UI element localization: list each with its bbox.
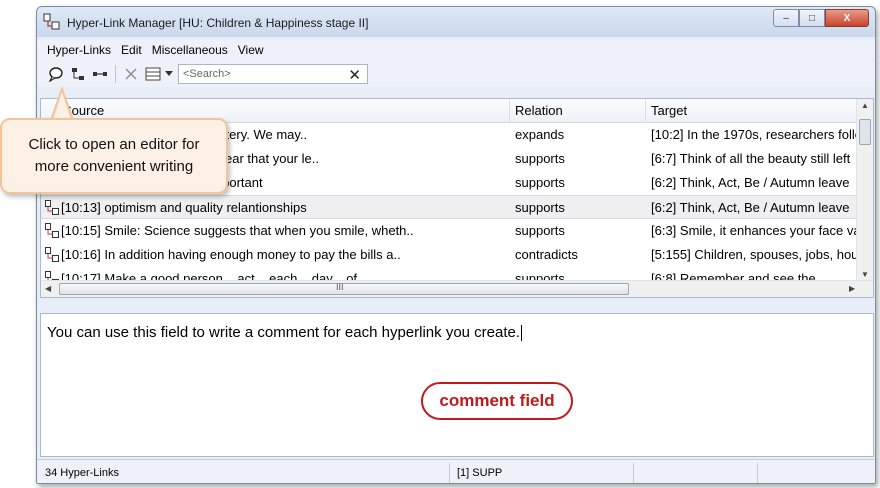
vertical-scroll-thumb[interactable] — [859, 119, 871, 145]
table-row-selected[interactable]: [10:13] optimism and quality relantionsh… — [41, 195, 857, 219]
delete-icon[interactable] — [120, 63, 142, 85]
menu-view[interactable]: View — [238, 43, 264, 57]
target-cell: [5:155] Children, spouses, jobs, hou — [651, 247, 857, 262]
relation-cell: supports — [515, 200, 565, 215]
column-divider[interactable] — [645, 99, 646, 123]
editor-tip-callout: Click to open an editor for more conveni… — [0, 118, 228, 194]
scroll-left-icon[interactable]: ◀ — [45, 284, 51, 293]
hyperlink-icon — [45, 200, 59, 215]
hyperlink-count: 34 Hyper-Links — [45, 467, 119, 479]
menu-miscellaneous[interactable]: Miscellaneous — [152, 43, 228, 57]
source-text: [10:13] optimism and quality relantionsh… — [61, 200, 307, 215]
horizontal-scroll-thumb[interactable]: III — [59, 282, 629, 295]
scroll-right-icon[interactable]: ▶ — [849, 284, 855, 293]
comment-field[interactable]: You can use this field to write a commen… — [40, 313, 874, 457]
table-view-icon[interactable] — [142, 63, 164, 85]
hyperlink-manager-window: Hyper-Link Manager [HU: Children & Happi… — [36, 6, 876, 484]
status-bar: 34 Hyper-Links [1] SUPP — [37, 459, 875, 483]
toolbar: <Search> ✕ — [37, 61, 875, 87]
chevron-down-icon[interactable] — [164, 63, 174, 85]
search-input[interactable]: <Search> ✕ — [178, 64, 368, 84]
relation-cell: contradicts — [515, 247, 578, 262]
callout-text: Click to open an editor for more conveni… — [28, 136, 200, 175]
relation-cell: expands — [515, 127, 565, 142]
target-cell: [6:2] Think, Act, Be / Autumn leave — [651, 175, 850, 190]
horizontal-scrollbar[interactable]: ◀ III ▶ — [41, 280, 873, 297]
source-cell: [10:13] optimism and quality relantionsh… — [45, 200, 509, 215]
text-caret — [521, 325, 523, 342]
window-title: Hyper-Link Manager [HU: Children & Happi… — [67, 16, 369, 30]
menu-hyper-links[interactable]: Hyper-Links — [47, 43, 111, 57]
menu-bar: Hyper-Links Edit Miscellaneous View — [37, 40, 875, 60]
hyperlink-icon — [45, 223, 59, 238]
title-bar: Hyper-Link Manager [HU: Children & Happi… — [37, 7, 875, 37]
comment-field-badge: comment field — [421, 382, 573, 420]
link-icon[interactable] — [89, 63, 111, 85]
vertical-scrollbar[interactable]: ▲ ▼ — [856, 99, 873, 281]
target-cell: [6:3] Smile, it enhances your face va — [651, 223, 857, 238]
close-button[interactable]: X — [825, 9, 869, 27]
menu-edit[interactable]: Edit — [121, 43, 142, 57]
relation-cell: supports — [515, 223, 565, 238]
hierarchy-icon[interactable] — [67, 63, 89, 85]
source-text: [10:15] Smile: Science suggests that whe… — [61, 223, 414, 238]
maximize-button[interactable]: □ — [799, 9, 825, 27]
toolbar-separator — [115, 65, 116, 83]
window-controls: – □ X — [773, 9, 869, 27]
scroll-grip: III — [336, 282, 344, 292]
column-target[interactable]: Target — [651, 103, 687, 118]
relation-cell: supports — [515, 151, 565, 166]
comment-editor-icon[interactable] — [45, 63, 67, 85]
relation-cell: supports — [515, 175, 565, 190]
minimize-button[interactable]: – — [773, 9, 799, 27]
clear-search-icon[interactable]: ✕ — [348, 66, 361, 84]
target-cell: [10:2] In the 1970s, researchers follo — [651, 127, 857, 142]
hyperlink-icon — [45, 247, 59, 262]
column-divider[interactable] — [509, 99, 510, 123]
relation-status: [1] SUPP — [457, 467, 503, 479]
status-divider — [633, 463, 634, 483]
column-relation[interactable]: Relation — [515, 103, 563, 118]
search-placeholder: <Search> — [183, 68, 231, 80]
scroll-down-icon[interactable]: ▼ — [861, 270, 869, 279]
status-divider — [757, 463, 758, 483]
status-divider — [449, 463, 450, 483]
source-text: [10:16] In addition having enough money … — [61, 247, 401, 262]
table-row[interactable]: [10:15] Smile: Science suggests that whe… — [41, 219, 857, 243]
comment-text-line: You can use this field to write a commen… — [47, 324, 523, 342]
target-cell: [6:7] Think of all the beauty still left — [651, 151, 851, 166]
app-icon — [43, 13, 60, 30]
target-cell: [6:2] Think, Act, Be / Autumn leave — [651, 200, 850, 215]
comment-text: You can use this field to write a commen… — [47, 324, 521, 341]
source-cell: [10:16] In addition having enough money … — [45, 247, 509, 262]
source-cell: [10:15] Smile: Science suggests that whe… — [45, 223, 509, 238]
scroll-up-icon[interactable]: ▲ — [861, 101, 869, 110]
table-row[interactable]: [10:16] In addition having enough money … — [41, 243, 857, 267]
